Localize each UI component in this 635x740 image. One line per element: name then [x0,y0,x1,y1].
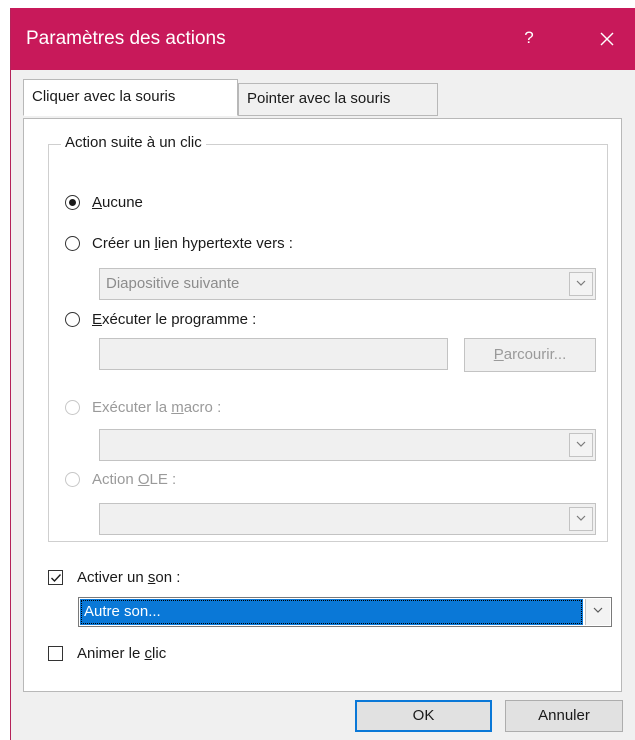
action-groupbox: Action suite à un clic Aucune Créer un l… [48,134,608,542]
radio-macro-label: Exécuter la macro : [92,398,222,416]
chevron-down-icon [576,441,586,447]
close-icon [600,32,614,46]
dialog-title: Paramètres des actions [26,28,226,49]
browse-button[interactable]: Parcourir... [464,338,596,372]
close-button[interactable] [596,25,618,51]
radio-program-label: Exécuter le programme : [92,310,257,328]
tab-panel-click: Action suite à un clic Aucune Créer un l… [23,118,622,692]
animate-click-label: Animer le clic [77,644,167,662]
tab-click[interactable]: Cliquer avec la souris [23,79,238,116]
animate-click-checkbox-row[interactable]: Animer le clic [48,641,166,665]
radio-program-indicator[interactable] [65,311,80,327]
program-path-input[interactable] [99,338,448,370]
animate-click-checkbox[interactable] [48,645,63,661]
macro-dropdown-button[interactable] [569,433,593,457]
radio-ole-indicator[interactable] [65,471,80,487]
cancel-button[interactable]: Annuler [505,700,623,732]
ole-dropdown-button[interactable] [569,507,593,531]
chevron-down-icon [576,515,586,521]
action-group-legend: Action suite à un clic [61,134,206,151]
sound-dropdown-button[interactable] [585,599,610,625]
checkmark-icon [51,573,62,582]
play-sound-checkbox-row[interactable]: Activer un son : [48,565,180,589]
title-bar: Paramètres des actions ? [11,8,635,70]
macro-select[interactable] [99,429,596,461]
play-sound-label: Activer un son : [77,568,181,586]
radio-ole-label: Action OLE : [92,470,177,488]
radio-hyperlink[interactable]: Créer un lien hypertexte vers : [65,231,293,255]
radio-ole[interactable]: Action OLE : [65,467,176,491]
hyperlink-dropdown-button[interactable] [569,272,593,296]
hyperlink-select-value: Diapositive suivante [106,275,240,292]
action-settings-dialog: Paramètres des actions ? Cliquer avec la… [10,8,635,740]
ok-button[interactable]: OK [355,700,492,732]
tab-hover[interactable]: Pointer avec la souris [238,83,438,116]
help-button[interactable]: ? [519,28,539,50]
sound-select-value: Autre son... [80,599,583,625]
radio-none-indicator[interactable] [65,194,80,210]
play-sound-checkbox[interactable] [48,569,63,585]
hyperlink-select[interactable]: Diapositive suivante [99,268,596,300]
ole-select[interactable] [99,503,596,535]
radio-macro[interactable]: Exécuter la macro : [65,395,221,419]
radio-program[interactable]: Exécuter le programme : [65,307,256,331]
sound-select[interactable]: Autre son... [78,597,612,627]
radio-hyperlink-indicator[interactable] [65,235,80,251]
chevron-down-icon [593,607,603,613]
radio-macro-indicator[interactable] [65,399,80,415]
chevron-down-icon [576,280,586,286]
radio-hyperlink-label: Créer un lien hypertexte vers : [92,234,293,252]
radio-none[interactable]: Aucune [65,190,143,214]
radio-none-label: Aucune [92,193,143,211]
